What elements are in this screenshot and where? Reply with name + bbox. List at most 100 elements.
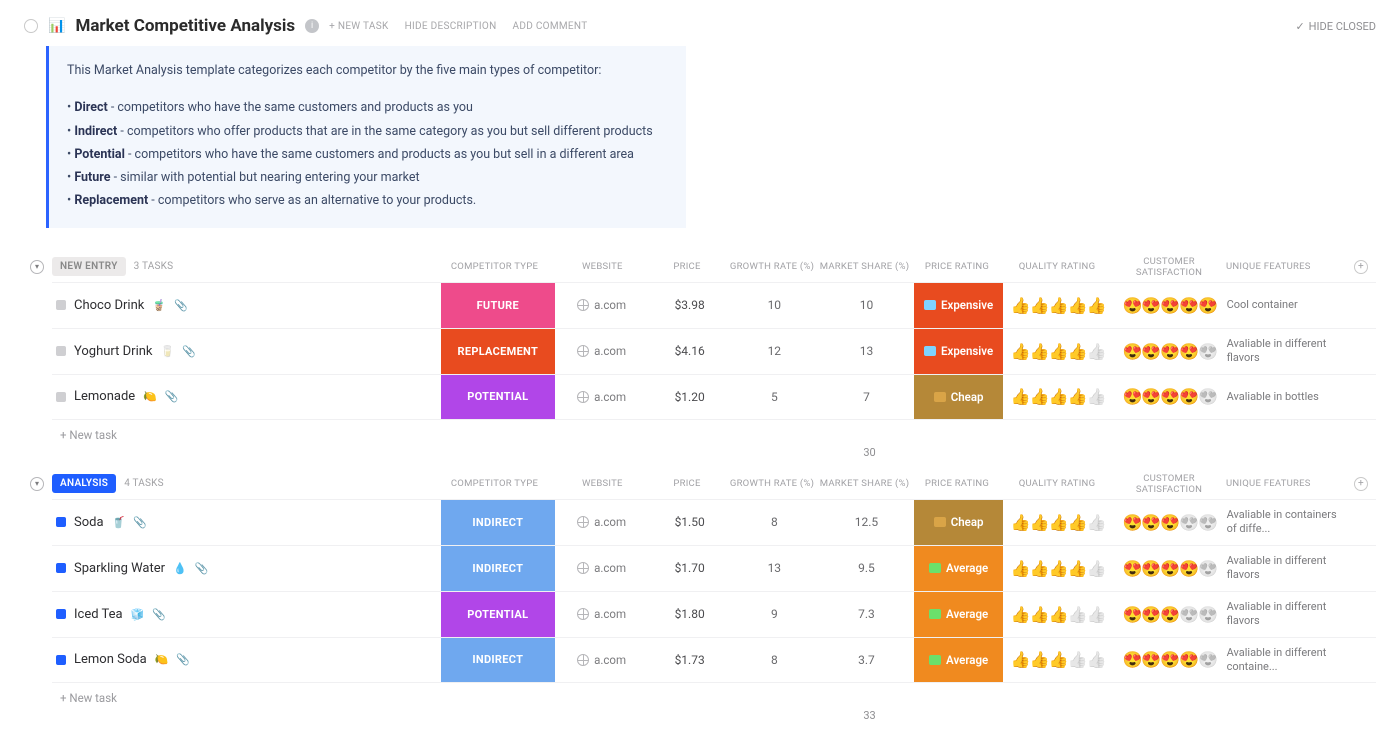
col-type[interactable]: COMPETITOR TYPE (437, 478, 552, 489)
col-website[interactable]: WEBSITE (552, 261, 647, 272)
price-cell[interactable]: $1.70 (650, 546, 730, 591)
status-icon[interactable] (56, 517, 66, 527)
competitor-type-cell[interactable]: INDIRECT (441, 500, 556, 545)
quality-rating-cell[interactable]: 👍👍👍👍👍 (1003, 592, 1113, 637)
growth-cell[interactable]: 9 (729, 592, 819, 637)
csat-cell[interactable]: 😍😍😍😍😍 (1113, 546, 1227, 591)
col-share[interactable]: MARKET SHARE (%) (817, 478, 912, 489)
features-cell[interactable]: Avaliable in different containe... (1227, 638, 1347, 682)
price-cell[interactable]: $1.80 (650, 592, 730, 637)
csat-cell[interactable]: 😍😍😍😍😍 (1113, 375, 1227, 419)
col-quality-rating[interactable]: QUALITY RATING (1002, 261, 1112, 272)
col-price[interactable]: PRICE (647, 478, 727, 489)
price-cell[interactable]: $1.73 (650, 638, 730, 682)
expand-all-icon[interactable] (24, 19, 38, 33)
website-cell[interactable]: a.com (555, 638, 650, 682)
task-name-cell[interactable]: Yoghurt Drink🥛📎 (52, 329, 441, 374)
attachment-icon[interactable]: 📎 (176, 653, 190, 666)
price-cell[interactable]: $4.16 (650, 329, 730, 374)
features-cell[interactable]: Avaliable in different flavors (1227, 329, 1347, 374)
price-rating-cell[interactable]: Expensive (914, 283, 1004, 328)
competitor-type-cell[interactable]: FUTURE (441, 283, 556, 328)
status-icon[interactable] (56, 655, 66, 665)
table-row[interactable]: Lemonade🍋📎POTENTIALa.com$1.2057Cheap👍👍👍👍… (52, 374, 1376, 420)
quality-rating-cell[interactable]: 👍👍👍👍👍 (1003, 283, 1113, 328)
price-cell[interactable]: $1.50 (650, 500, 730, 545)
col-share[interactable]: MARKET SHARE (%) (817, 261, 912, 272)
competitor-type-cell[interactable]: POTENTIAL (441, 592, 556, 637)
hide-closed-toggle[interactable]: ✓ HIDE CLOSED (1295, 20, 1376, 33)
features-cell[interactable]: Avaliable in different flavors (1227, 546, 1347, 591)
share-cell[interactable]: 13 (819, 329, 914, 374)
table-row[interactable]: Choco Drink🧋📎FUTUREa.com$3.981010Expensi… (52, 282, 1376, 328)
price-rating-cell[interactable]: Average (914, 592, 1004, 637)
growth-cell[interactable]: 12 (729, 329, 819, 374)
add-column-icon[interactable]: + (1354, 260, 1368, 274)
new-task-link[interactable]: + New task (60, 683, 1376, 709)
table-row[interactable]: Lemon Soda🍋📎INDIRECTa.com$1.7383.7Averag… (52, 637, 1376, 683)
share-cell[interactable]: 12.5 (819, 500, 914, 545)
hide-description-button[interactable]: HIDE DESCRIPTION (405, 21, 497, 32)
task-name-cell[interactable]: Choco Drink🧋📎 (52, 283, 441, 328)
share-cell[interactable]: 9.5 (819, 546, 914, 591)
growth-cell[interactable]: 5 (729, 375, 819, 419)
col-quality-rating[interactable]: QUALITY RATING (1002, 478, 1112, 489)
collapse-icon[interactable]: ▾ (30, 260, 44, 274)
task-name-cell[interactable]: Lemon Soda🍋📎 (52, 638, 441, 682)
table-row[interactable]: Iced Tea🧊📎POTENTIALa.com$1.8097.3Average… (52, 591, 1376, 637)
new-task-link[interactable]: + New task (60, 420, 1376, 446)
website-cell[interactable]: a.com (555, 329, 650, 374)
competitor-type-cell[interactable]: INDIRECT (441, 638, 556, 682)
group-chip-analysis[interactable]: ANALYSIS (52, 474, 116, 493)
table-row[interactable]: Sparkling Water💧📎INDIRECTa.com$1.70139.5… (52, 545, 1376, 591)
growth-cell[interactable]: 13 (729, 546, 819, 591)
price-rating-cell[interactable]: Cheap (914, 375, 1004, 419)
add-comment-button[interactable]: ADD COMMENT (513, 21, 588, 32)
quality-rating-cell[interactable]: 👍👍👍👍👍 (1003, 638, 1113, 682)
quality-rating-cell[interactable]: 👍👍👍👍👍 (1003, 500, 1113, 545)
attachment-icon[interactable]: 📎 (182, 345, 196, 358)
website-cell[interactable]: a.com (555, 375, 650, 419)
status-icon[interactable] (56, 392, 66, 402)
add-column-icon[interactable]: + (1354, 477, 1368, 491)
group-chip-new-entry[interactable]: NEW ENTRY (52, 257, 126, 276)
website-cell[interactable]: a.com (555, 283, 650, 328)
price-cell[interactable]: $3.98 (650, 283, 730, 328)
status-icon[interactable] (56, 346, 66, 356)
task-name-cell[interactable]: Sparkling Water💧📎 (52, 546, 441, 591)
features-cell[interactable]: Avaliable in containers of diffe... (1227, 500, 1347, 545)
features-cell[interactable]: Avaliable in different flavors (1227, 592, 1347, 637)
attachment-icon[interactable]: 📎 (195, 562, 209, 575)
features-cell[interactable]: Avaliable in bottles (1227, 375, 1347, 419)
info-icon[interactable]: i (305, 19, 319, 33)
quality-rating-cell[interactable]: 👍👍👍👍👍 (1003, 546, 1113, 591)
col-price[interactable]: PRICE (647, 261, 727, 272)
attachment-icon[interactable]: 📎 (133, 516, 147, 529)
growth-cell[interactable]: 10 (729, 283, 819, 328)
table-row[interactable]: Yoghurt Drink🥛📎REPLACEMENTa.com$4.161213… (52, 328, 1376, 374)
col-csat[interactable]: CUSTOMER SATISFACTION (1112, 256, 1226, 278)
status-icon[interactable] (56, 300, 66, 310)
share-cell[interactable]: 7.3 (819, 592, 914, 637)
quality-rating-cell[interactable]: 👍👍👍👍👍 (1003, 375, 1113, 419)
col-features[interactable]: UNIQUE FEATURES (1226, 478, 1346, 489)
status-icon[interactable] (56, 563, 66, 573)
growth-cell[interactable]: 8 (729, 500, 819, 545)
growth-cell[interactable]: 8 (729, 638, 819, 682)
website-cell[interactable]: a.com (555, 546, 650, 591)
col-type[interactable]: COMPETITOR TYPE (437, 261, 552, 272)
website-cell[interactable]: a.com (555, 500, 650, 545)
collapse-icon[interactable]: ▾ (30, 477, 44, 491)
csat-cell[interactable]: 😍😍😍😍😍 (1113, 500, 1227, 545)
col-price-rating[interactable]: PRICE RATING (912, 478, 1002, 489)
csat-cell[interactable]: 😍😍😍😍😍 (1113, 283, 1227, 328)
share-cell[interactable]: 7 (819, 375, 914, 419)
share-cell[interactable]: 3.7 (819, 638, 914, 682)
task-name-cell[interactable]: Iced Tea🧊📎 (52, 592, 441, 637)
csat-cell[interactable]: 😍😍😍😍😍 (1113, 329, 1227, 374)
attachment-icon[interactable]: 📎 (174, 299, 188, 312)
col-growth[interactable]: GROWTH RATE (%) (727, 261, 817, 272)
competitor-type-cell[interactable]: POTENTIAL (441, 375, 556, 419)
col-price-rating[interactable]: PRICE RATING (912, 261, 1002, 272)
features-cell[interactable]: Cool container (1227, 283, 1347, 328)
